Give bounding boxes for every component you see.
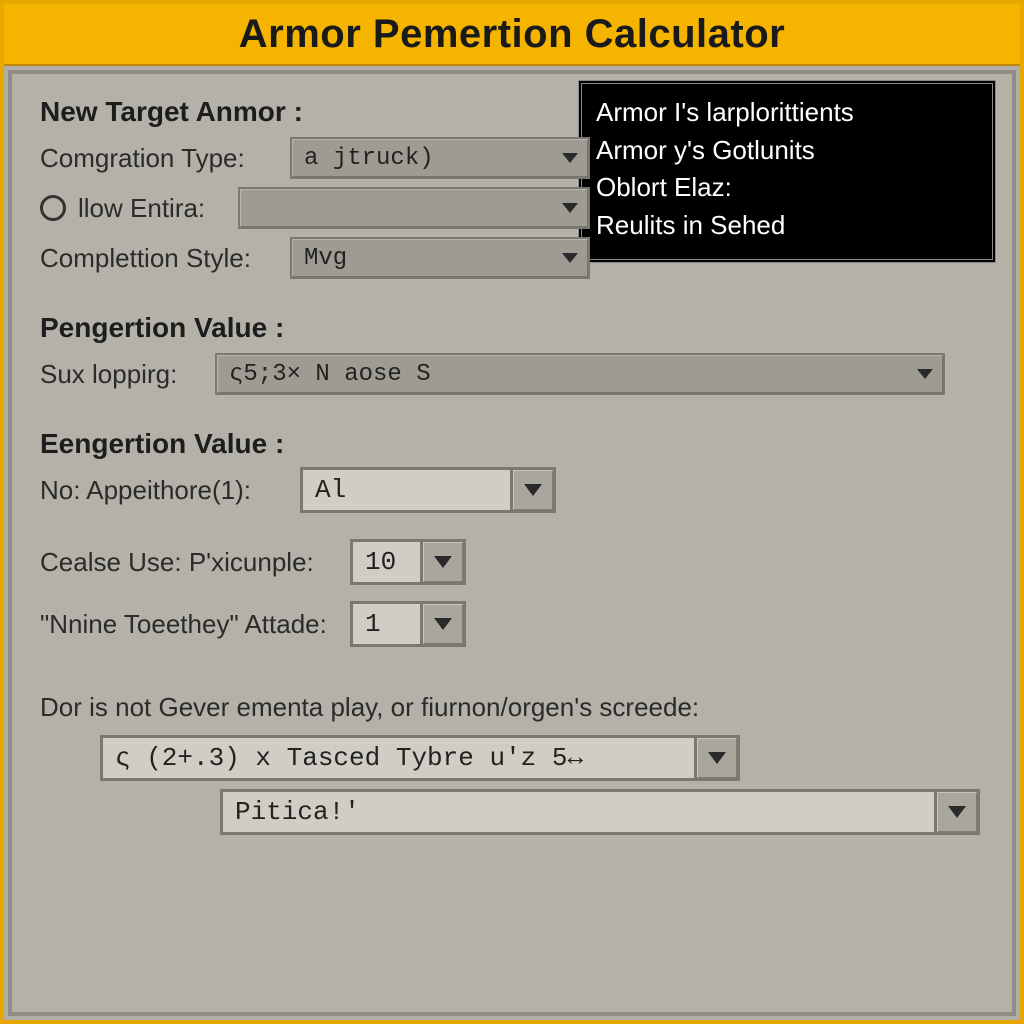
chevron-down-icon [917,369,933,379]
footer-dropdown-1-value: ς (2+.3) x Tasced Tybre u'z 5↔ [100,735,694,781]
llow-entira-label: llow Entira: [78,193,228,224]
chevron-down-icon [434,618,452,630]
comgration-type-value: a jtruck) [304,145,434,172]
info-line-4: Reulits in Sehed [596,207,978,245]
chevron-down-icon [708,752,726,764]
row-no-appeithore: No: Appeithore(1): Al [40,468,984,512]
info-line-1: Armor I's larplorittients [596,94,978,132]
cealse-use-value: 10 [350,539,420,585]
completion-style-label: Complettion Style: [40,243,280,274]
nnine-toeethey-combo[interactable]: 1 [350,601,466,647]
row-nnine-toeethey: "Nnine Toeethey" Attade: 1 [40,596,984,652]
cealse-use-label: Cealse Use: P'xicunple: [40,547,340,578]
chevron-down-icon [434,556,452,568]
completion-style-dropdown[interactable]: Mvg [290,237,590,279]
sux-lopping-label: Sux loppirg: [40,359,205,390]
completion-style-value: Mvg [304,245,347,272]
chevron-down-icon [524,484,542,496]
nnine-toeethey-arrow-button[interactable] [420,601,466,647]
info-line-3: Oblort Elaz: [596,169,978,207]
footer-dropdown-1[interactable]: ς (2+.3) x Tasced Tybre u'z 5↔ [100,735,740,781]
window: Armor Pemertion Calculator Armor I's lar… [0,0,1024,1024]
footer-dropdown-2-value: Pitica!' [220,789,934,835]
llow-entira-radio[interactable] [40,195,66,221]
cealse-use-arrow-button[interactable] [420,539,466,585]
chevron-down-icon [562,253,578,263]
sux-lopping-dropdown[interactable]: ς5;3× N aose S [215,353,945,395]
footer-stack: ς (2+.3) x Tasced Tybre u'z 5↔ Pitica!' [40,735,984,835]
nnine-toeethey-value: 1 [350,601,420,647]
sux-lopping-value: ς5;3× N aose S [229,361,431,388]
no-appeithore-value: Al [300,467,510,513]
nnine-toeethey-label: "Nnine Toeethey" Attade: [40,609,340,640]
chevron-down-icon [562,153,578,163]
comgration-type-dropdown[interactable]: a jtruck) [290,137,590,179]
footer-caption: Dor is not Gever ementa play, or fiurnon… [40,692,984,723]
titlebar: Armor Pemertion Calculator [4,4,1020,66]
info-line-2: Armor y's Gotlunits [596,132,978,170]
app-title: Armor Pemertion Calculator [239,12,785,57]
comgration-type-label: Comgration Type: [40,143,280,174]
row-cealse-use: Cealse Use: P'xicunple: 10 [40,534,984,590]
no-appeithore-arrow-button[interactable] [510,467,556,513]
section-eengertion-heading: Eengertion Value : [40,428,984,460]
cealse-use-combo[interactable]: 10 [350,539,466,585]
footer-dropdown-2[interactable]: Pitica!' [220,789,980,835]
no-appeithore-combo[interactable]: Al [300,467,556,513]
section-pengertion-heading: Pengertion Value : [40,312,984,344]
content-panel: Armor I's larplorittients Armor y's Gotl… [8,70,1016,1016]
footer-dropdown-1-arrow[interactable] [694,735,740,781]
llow-entira-dropdown[interactable] [238,187,590,229]
chevron-down-icon [948,806,966,818]
row-sux-lopping: Sux loppirg: ς5;3× N aose S [40,352,984,396]
chevron-down-icon [562,203,578,213]
info-panel: Armor I's larplorittients Armor y's Gotl… [578,80,996,263]
footer-dropdown-2-arrow[interactable] [934,789,980,835]
no-appeithore-label: No: Appeithore(1): [40,475,290,506]
